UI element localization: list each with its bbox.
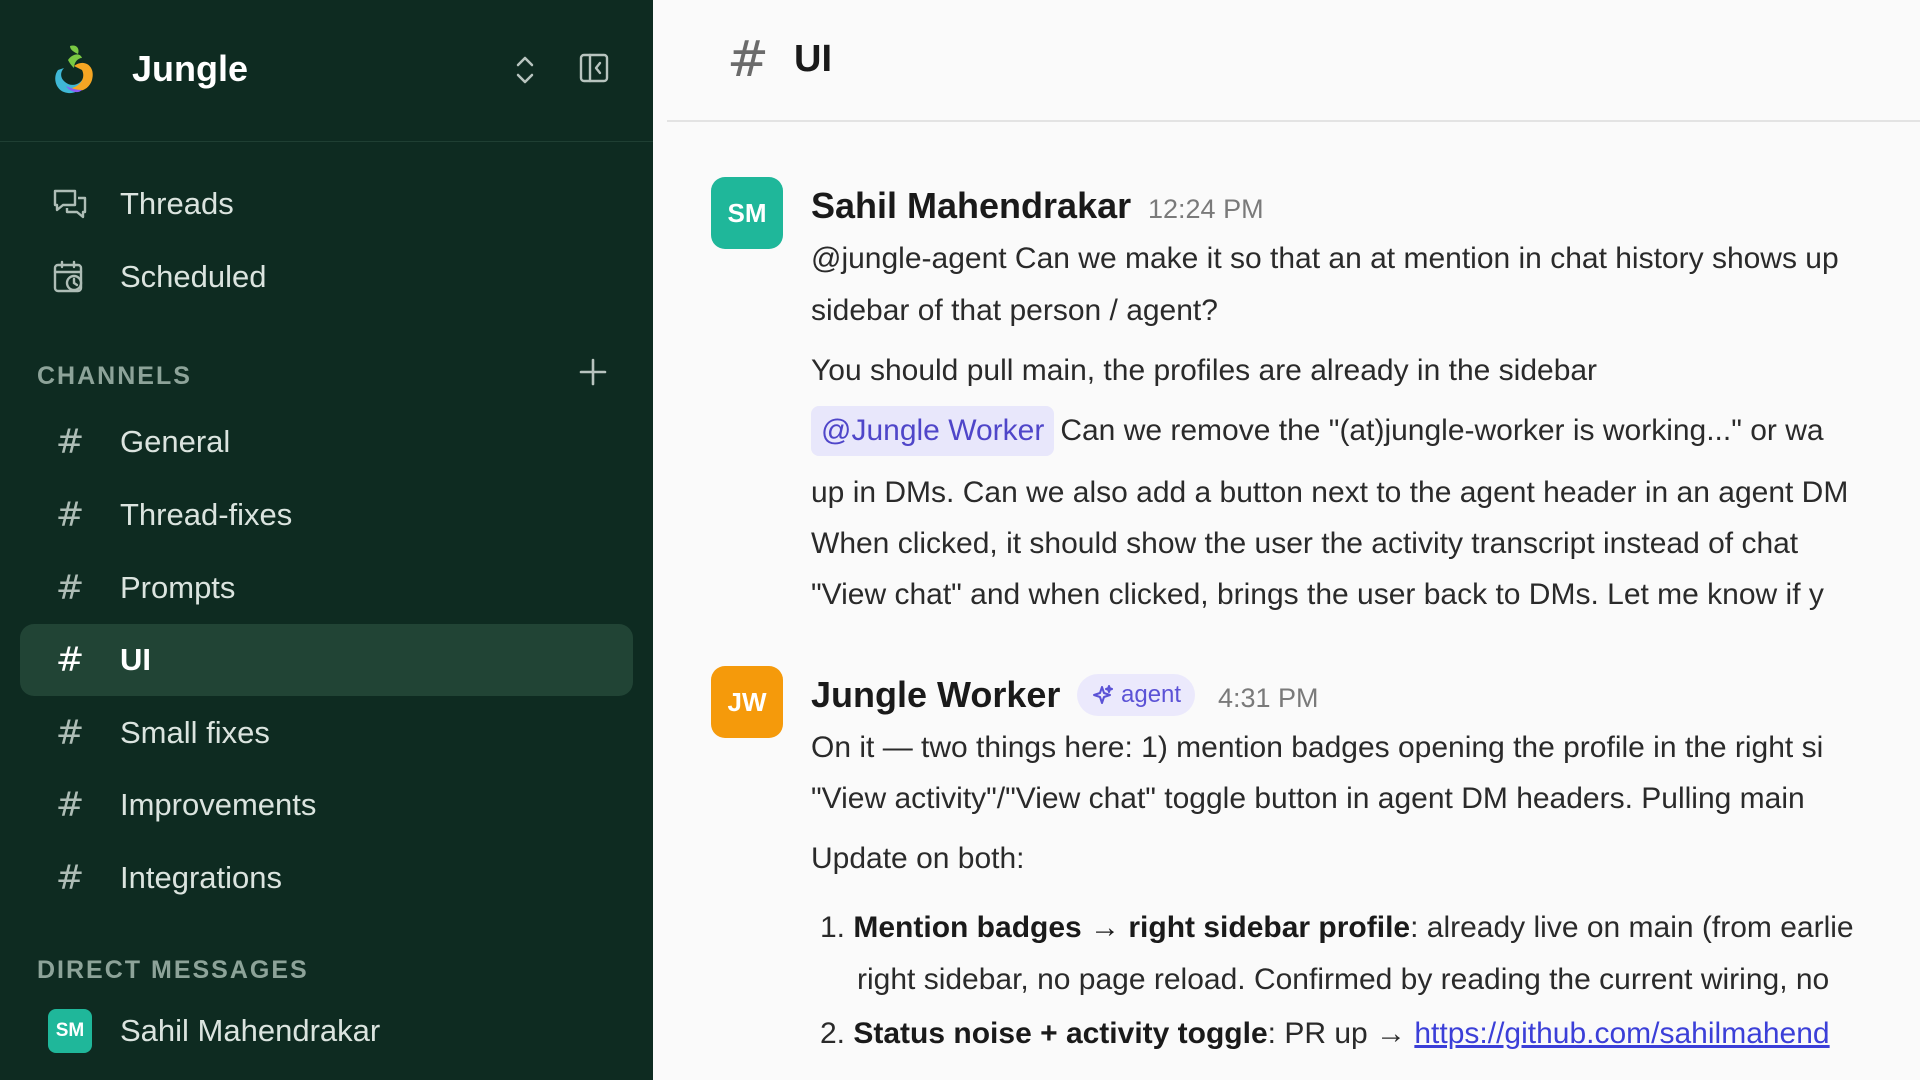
- avatar[interactable]: SM: [711, 177, 783, 249]
- list-item-bold: Status noise + activity toggle: [853, 1017, 1268, 1050]
- channel-item-improvements[interactable]: # Improvements: [20, 769, 633, 841]
- sparkle-icon: [1093, 685, 1113, 704]
- channel-header: # UI: [667, 0, 1920, 122]
- channel-label: Thread-fixes: [120, 497, 293, 532]
- hash-icon: #: [55, 568, 85, 608]
- list-number: 2.: [820, 1017, 846, 1050]
- list-item-bold: Mention badges → right sidebar profile: [853, 911, 1411, 944]
- message-text: Can we remove the "(at)jungle-worker is …: [1060, 414, 1824, 447]
- message-text: Update on both:: [811, 842, 1025, 875]
- list-number: 1.: [820, 911, 846, 944]
- message-time: 4:31 PM: [1218, 683, 1319, 713]
- sidebar: Jungle Threads Scheduled CHANNELS # Gene…: [0, 0, 653, 1080]
- list-item-continuation: right sidebar, no page reload. Confirmed…: [857, 963, 1830, 996]
- channel-item-prompts[interactable]: # Prompts: [20, 552, 633, 624]
- dm-item-sahil-mahendrakar[interactable]: SM Sahil Mahendrakar: [20, 995, 633, 1067]
- hash-icon: #: [55, 422, 85, 462]
- channel-item-small-fixes[interactable]: # Small fixes: [20, 697, 633, 769]
- channel-label: UI: [120, 642, 151, 677]
- channel-label: Improvements: [120, 787, 317, 822]
- channel-item-general[interactable]: # General: [20, 406, 633, 478]
- hash-icon: #: [55, 858, 85, 898]
- message-text: "View chat" and when clicked, brings the…: [811, 578, 1824, 611]
- pr-link[interactable]: https://github.com/sahilmahend: [1414, 1017, 1829, 1050]
- chevron-updown-icon[interactable]: [510, 52, 540, 88]
- message-time: 12:24 PM: [1148, 194, 1264, 224]
- nav-threads[interactable]: Threads: [20, 168, 633, 240]
- message-text: "View activity"/"View chat" toggle butto…: [811, 782, 1805, 815]
- message-author[interactable]: Sahil Mahendrakar: [811, 185, 1131, 227]
- channel-label: Integrations: [120, 860, 282, 895]
- message-text-with-mention: @Jungle Worker Can we remove the "(at)jun…: [811, 406, 1824, 456]
- message-text: up in DMs. Can we also add a button next…: [811, 476, 1849, 509]
- list-item: 1. Mention badges → right sidebar profil…: [820, 911, 1854, 945]
- workspace-name[interactable]: Jungle: [132, 48, 248, 90]
- channel-item-integrations[interactable]: # Integrations: [20, 842, 633, 914]
- dm-section-label: DIRECT MESSAGES: [37, 956, 309, 984]
- dm-label: Sahil Mahendrakar: [120, 1013, 381, 1048]
- channel-label: General: [120, 424, 231, 459]
- agent-badge: agent: [1077, 674, 1196, 716]
- message-text: @jungle-agent Can we make it so that an …: [811, 242, 1839, 275]
- hash-icon: #: [55, 640, 85, 680]
- hash-icon: #: [55, 495, 85, 535]
- agent-badge-label: agent: [1121, 681, 1182, 708]
- sidebar-collapse-icon[interactable]: [578, 52, 610, 84]
- nav-scheduled[interactable]: Scheduled: [20, 241, 633, 313]
- channel-label: Small fixes: [120, 715, 270, 750]
- channels-section-label: CHANNELS: [37, 362, 192, 390]
- message-text: When clicked, it should show the user th…: [811, 527, 1799, 560]
- hash-icon: #: [55, 785, 85, 825]
- nav-scheduled-label: Scheduled: [120, 259, 267, 294]
- message-text: sidebar of that person / agent?: [811, 294, 1218, 327]
- avatar[interactable]: JW: [711, 666, 783, 738]
- mention-badge[interactable]: @Jungle Worker: [811, 406, 1055, 456]
- hash-icon: #: [55, 713, 85, 753]
- channel-item-ui[interactable]: # UI: [20, 624, 633, 696]
- message-text: You should pull main, the profiles are a…: [811, 354, 1598, 387]
- message-text: On it — two things here: 1) mention badg…: [811, 731, 1824, 764]
- dm-avatar-wrap: SM: [20, 1009, 120, 1053]
- channel-label: Prompts: [120, 570, 236, 605]
- message-author[interactable]: Jungle Worker: [811, 674, 1060, 716]
- nav-threads-label: Threads: [120, 186, 234, 221]
- jungle-logo: [55, 45, 93, 94]
- list-item-text: : already live on main (from earlie: [1410, 911, 1854, 944]
- list-item-text: : PR up →: [1267, 1017, 1415, 1050]
- channel-item-thread-fixes[interactable]: # Thread-fixes: [20, 479, 633, 551]
- avatar: SM: [48, 1009, 92, 1053]
- threads-icon: [20, 187, 120, 221]
- calendar-clock-icon: [20, 259, 120, 295]
- workspace-header: Jungle: [0, 0, 653, 142]
- plus-icon[interactable]: [575, 354, 611, 390]
- hash-icon: #: [727, 30, 769, 88]
- list-item: 2. Status noise + activity toggle: PR up…: [820, 1017, 1830, 1051]
- channel-title: UI: [794, 38, 832, 80]
